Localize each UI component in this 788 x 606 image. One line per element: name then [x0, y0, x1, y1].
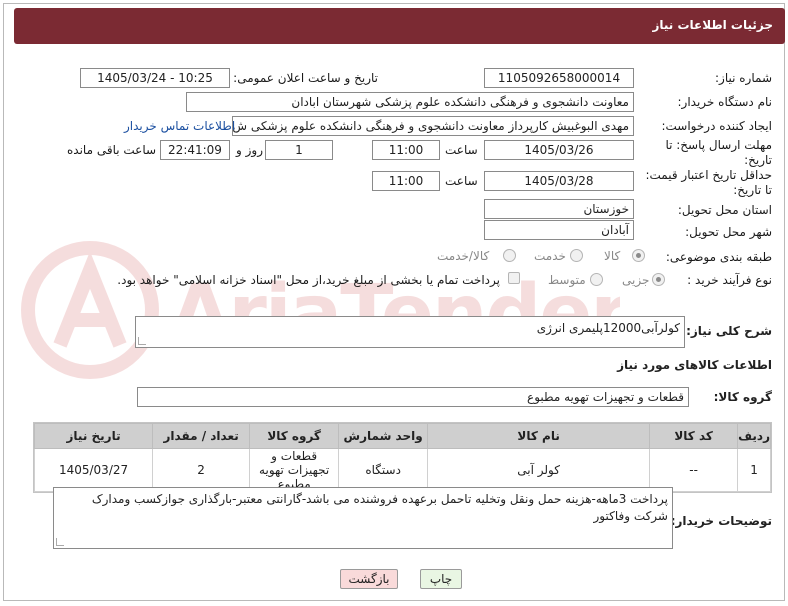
- category-radio-goods-service[interactable]: [503, 249, 516, 262]
- announce-label: تاریخ و ساعت اعلان عمومی:: [233, 71, 378, 85]
- buyer-notes-textarea[interactable]: پرداخت 3ماهه-هزینه حمل ونقل وتخلیه تاحمل…: [53, 487, 673, 549]
- table-header-row: ردیف کد کالا نام کالا واحد شمارش گروه کا…: [33, 423, 771, 449]
- cell-name: کولر آبی: [427, 448, 651, 492]
- goods-table: ردیف کد کالا نام کالا واحد شمارش گروه کا…: [33, 422, 772, 493]
- category-option-service: خدمت: [534, 249, 566, 263]
- summary-label: شرح کلی نیاز:: [686, 324, 772, 338]
- reply-time-field: 11:00: [372, 140, 440, 160]
- col-header-code: کد کالا: [649, 423, 739, 449]
- process-label: نوع فرآیند خرید :: [687, 273, 772, 287]
- category-radio-goods[interactable]: [632, 249, 645, 262]
- page-header: جزئیات اطلاعات نیاز: [14, 8, 785, 44]
- need-number-field: 1105092658000014: [484, 68, 634, 88]
- table-row: 1 -- کولر آبی دستگاه قطعات و تجهیزات تهو…: [33, 448, 771, 492]
- buyer-notes-label: توضیحات خریدار:: [670, 514, 772, 528]
- buyer-org-label: نام دستگاه خریدار:: [677, 95, 773, 109]
- col-header-group: گروه کالا: [249, 423, 340, 449]
- cell-row-number: 1: [737, 448, 771, 492]
- province-label: استان محل تحویل:: [677, 203, 772, 217]
- process-radio-medium[interactable]: [590, 273, 603, 286]
- buyer-org-field: معاونت دانشجوی و فرهنگی دانشکده علوم پزش…: [186, 92, 634, 112]
- col-header-unit: واحد شمارش: [338, 423, 429, 449]
- col-header-quantity: تعداد / مقدار: [152, 423, 251, 449]
- remaining-days-field: 1: [265, 140, 333, 160]
- cell-quantity: 2: [152, 448, 251, 492]
- cell-group: قطعات و تجهیزات تهویه مطبوع: [249, 448, 340, 492]
- buyer-notes-text: پرداخت 3ماهه-هزینه حمل ونقل وتخلیه تاحمل…: [91, 492, 668, 523]
- col-header-need-date: تاریخ نیاز: [33, 423, 154, 449]
- province-field: خوزستان: [484, 199, 634, 219]
- city-label: شهر محل تحویل:: [685, 225, 772, 239]
- print-button[interactable]: چاپ: [420, 569, 462, 589]
- price-validity-label: حداقل تاریخ اعتبار قیمت: تا تاریخ:: [645, 168, 772, 197]
- resize-grip-icon[interactable]: [138, 337, 146, 345]
- category-option-goods: کالا: [604, 249, 621, 263]
- cell-need-date: 1405/03/27: [33, 448, 154, 492]
- goods-section-title: اطلاعات کالاهای مورد نیاز: [617, 358, 772, 372]
- city-field: آبادان: [484, 220, 634, 240]
- announce-datetime-field: 1405/03/24 - 10:25: [80, 68, 230, 88]
- requester-field: مهدی البوغبیش کارپرداز معاونت دانشجوی و …: [232, 116, 634, 136]
- back-button[interactable]: بازگشت: [340, 569, 398, 589]
- reply-time-label: ساعت: [445, 143, 478, 157]
- process-option-medium: متوسط: [548, 273, 586, 287]
- goods-group-label: گروه کالا:: [713, 390, 772, 404]
- cell-code: --: [649, 448, 739, 492]
- col-header-name: نام کالا: [427, 423, 651, 449]
- validity-time-field: 11:00: [372, 171, 440, 191]
- category-option-goods-service: کالا/خدمت: [437, 249, 490, 263]
- days-label: روز و: [236, 143, 263, 157]
- goods-group-field: قطعات و تجهیزات تهویه مطبوع: [137, 387, 689, 407]
- reply-date-field: 1405/03/26: [484, 140, 634, 160]
- treasury-payment-note: پرداخت تمام یا بخشی از مبلغ خرید،از محل …: [117, 273, 500, 287]
- process-radio-minor[interactable]: [652, 273, 665, 286]
- summary-text: کولرآبی12000پلیمری انرژی: [536, 321, 680, 335]
- resize-grip-icon[interactable]: [56, 538, 64, 546]
- col-header-row-number: ردیف: [737, 423, 771, 449]
- remaining-time-field: 22:41:09: [160, 140, 230, 160]
- contact-info-link[interactable]: اطلاعات تماس خریدار: [124, 119, 235, 133]
- need-number-label: شماره نیاز:: [715, 71, 772, 85]
- requester-label: ایجاد کننده درخواست:: [661, 119, 772, 133]
- validity-date-field: 1405/03/28: [484, 171, 634, 191]
- validity-time-label: ساعت: [445, 174, 478, 188]
- remaining-label: ساعت باقی مانده: [67, 143, 157, 157]
- reply-deadline-label: مهلت ارسال پاسخ: تا تاریخ:: [665, 138, 772, 167]
- page-title: جزئیات اطلاعات نیاز: [652, 18, 773, 32]
- treasury-payment-checkbox[interactable]: [508, 272, 520, 284]
- category-radio-service[interactable]: [570, 249, 583, 262]
- process-option-minor: جزیی: [622, 273, 650, 287]
- cell-unit: دستگاه: [338, 448, 429, 492]
- summary-textarea[interactable]: کولرآبی12000پلیمری انرژی: [135, 316, 685, 348]
- category-label: طبقه بندی موضوعی:: [665, 250, 772, 264]
